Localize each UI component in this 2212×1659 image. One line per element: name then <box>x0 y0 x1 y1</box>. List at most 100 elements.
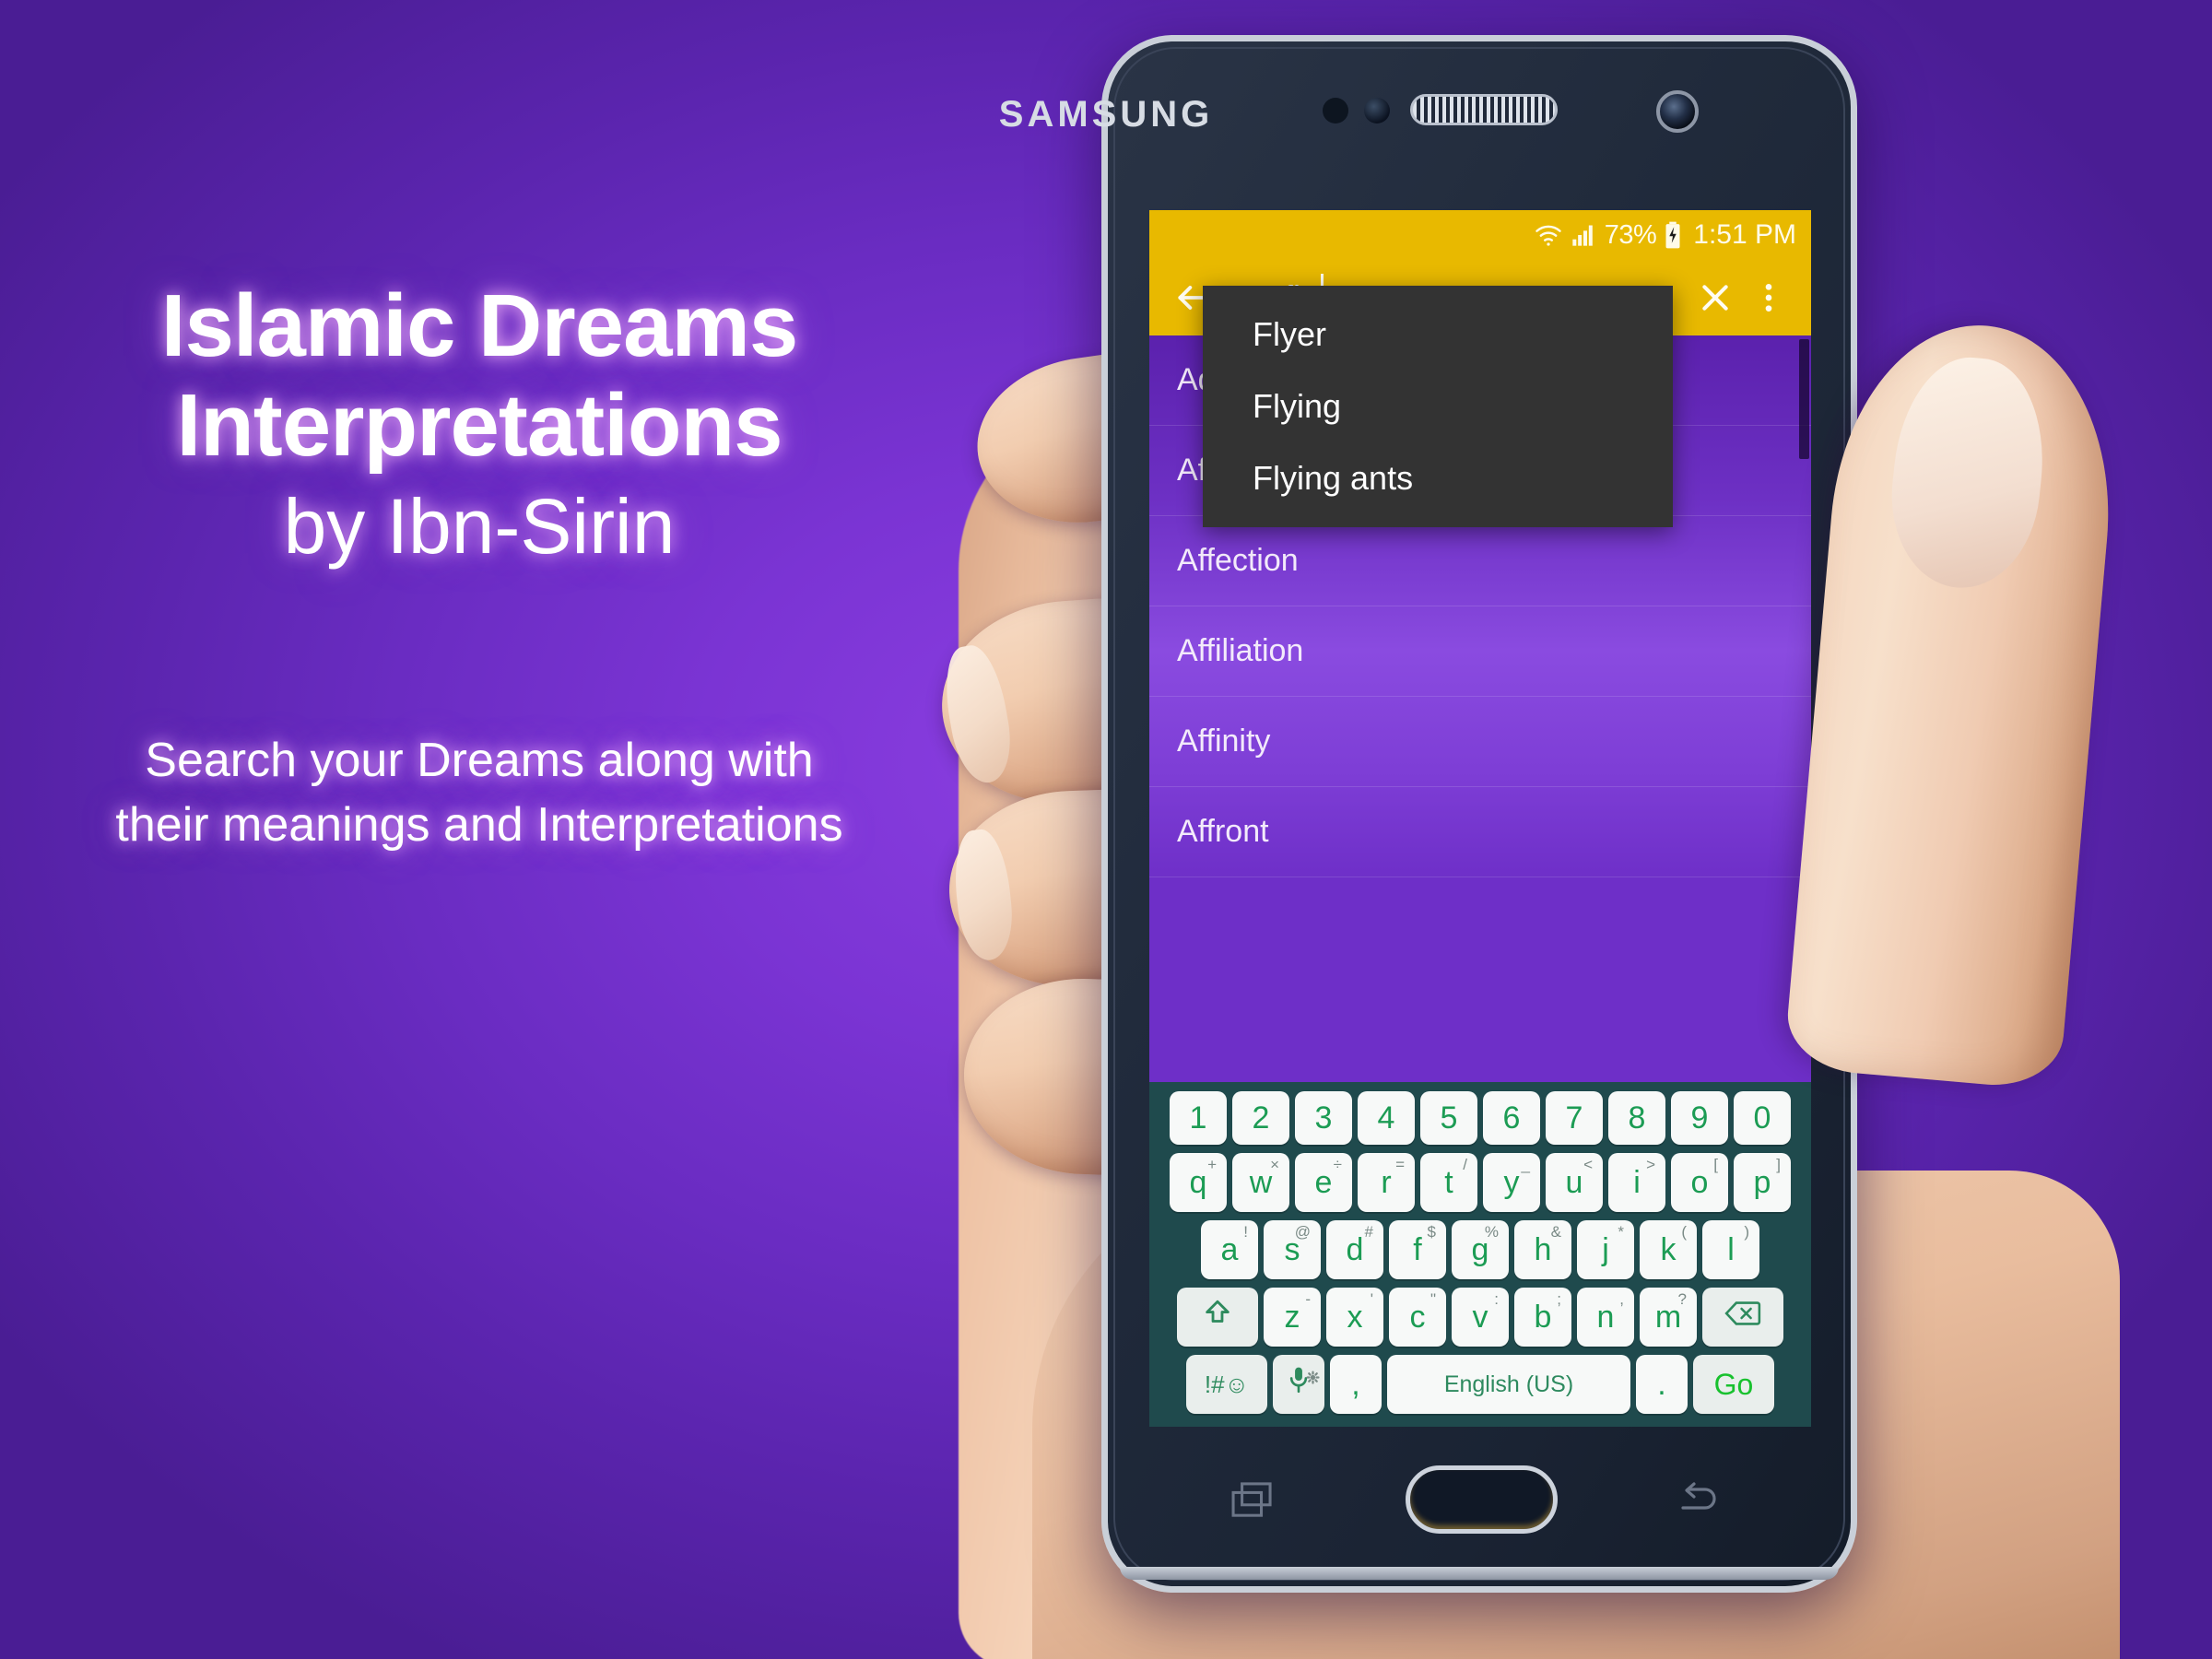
key-5[interactable]: 5 <box>1420 1091 1477 1145</box>
backspace-icon <box>1724 1300 1761 1335</box>
keyboard-row-home: ! a @ s # d $ f % g & h * j (k ) l <box>1153 1220 1807 1279</box>
key-label: 4 <box>1377 1100 1395 1135</box>
page-title: Islamic Dreams Interpretations <box>160 276 798 475</box>
key-7[interactable]: 7 <box>1546 1091 1603 1145</box>
key-l[interactable]: ) l <box>1702 1220 1759 1279</box>
key-6[interactable]: 6 <box>1483 1091 1540 1145</box>
status-bar: 73% 1:51 PM <box>1149 210 1811 260</box>
key-p[interactable]: ] p <box>1734 1153 1791 1212</box>
key-m[interactable]: ? m <box>1640 1288 1697 1347</box>
key-label: 8 <box>1628 1100 1646 1135</box>
key-8[interactable]: 8 <box>1608 1091 1665 1145</box>
key-label: 7 <box>1565 1100 1583 1135</box>
key-1[interactable]: 1 <box>1170 1091 1227 1145</box>
key-k[interactable]: (k <box>1640 1220 1697 1279</box>
key-h[interactable]: & h <box>1514 1220 1571 1279</box>
shift-key[interactable] <box>1177 1288 1258 1347</box>
phone-screen: 73% 1:51 PM fly <box>1149 210 1811 1427</box>
key-sup: ! <box>1243 1223 1248 1241</box>
key-0[interactable]: 0 <box>1734 1091 1791 1145</box>
comma-key[interactable]: , <box>1330 1355 1382 1414</box>
key-sup: ) <box>1744 1223 1749 1241</box>
suggestion-item[interactable]: Flyer <box>1203 299 1673 371</box>
list-item[interactable]: Affront <box>1149 787 1811 877</box>
key-label: q <box>1189 1164 1207 1200</box>
key-label: j <box>1602 1231 1609 1267</box>
key-label: , <box>1351 1366 1360 1402</box>
promo-text-block: Islamic Dreams Interpretations by Ibn-Si… <box>0 276 959 857</box>
key-e[interactable]: ÷ e <box>1295 1153 1352 1212</box>
key-d[interactable]: # d <box>1326 1220 1383 1279</box>
key-label: a <box>1220 1231 1239 1267</box>
close-icon[interactable] <box>1697 279 1734 316</box>
key-9[interactable]: 9 <box>1671 1091 1728 1145</box>
list-item[interactable]: Affiliation <box>1149 606 1811 697</box>
key-z[interactable]: -z <box>1264 1288 1321 1347</box>
key-n[interactable]: ,n <box>1577 1288 1634 1347</box>
clock-label: 1:51 PM <box>1693 219 1796 250</box>
scrollbar-thumb[interactable] <box>1799 339 1809 459</box>
key-sup: % <box>1484 1223 1499 1241</box>
key-s[interactable]: @ s <box>1264 1220 1321 1279</box>
on-screen-keyboard: 1 2 3 4 5 6 7 8 9 0 + q × w ÷ e = r / t _ y < u… <box>1149 1082 1811 1427</box>
shift-arrow-icon <box>1202 1298 1233 1337</box>
backspace-key[interactable] <box>1702 1288 1783 1347</box>
key-x[interactable]: ' x <box>1326 1288 1383 1347</box>
home-button[interactable] <box>1406 1465 1558 1534</box>
promo-subtitle: Search your Dreams along with their mean… <box>115 734 843 853</box>
key-f[interactable]: $ f <box>1389 1220 1446 1279</box>
symbols-key[interactable]: !#☺ <box>1186 1355 1267 1414</box>
keyboard-row-bottom-letters: -z ' x " c :v ; b ,n ? m <box>1153 1288 1807 1347</box>
key-sup: ÷ <box>1333 1156 1342 1173</box>
key-i[interactable]: > i <box>1608 1153 1665 1212</box>
period-key[interactable]: . <box>1636 1355 1688 1414</box>
key-t[interactable]: / t <box>1420 1153 1477 1212</box>
key-sup: ] <box>1776 1156 1781 1173</box>
space-key[interactable]: English (US) <box>1387 1355 1630 1414</box>
key-sup: > <box>1646 1156 1655 1173</box>
device-brand-label: SAMSUNG <box>998 94 1214 135</box>
key-sup: - <box>1305 1290 1311 1308</box>
back-icon[interactable] <box>1677 1482 1722 1519</box>
key-sup: + <box>1207 1156 1217 1173</box>
key-2[interactable]: 2 <box>1232 1091 1289 1145</box>
key-r[interactable]: = r <box>1358 1153 1415 1212</box>
key-label: 3 <box>1314 1100 1333 1135</box>
recent-apps-icon[interactable] <box>1231 1482 1274 1519</box>
key-g[interactable]: % g <box>1452 1220 1509 1279</box>
key-u[interactable]: < u <box>1546 1153 1603 1212</box>
key-y[interactable]: _ y <box>1483 1153 1540 1212</box>
keyboard-row-numbers: 1 2 3 4 5 6 7 8 9 0 <box>1153 1091 1807 1145</box>
key-c[interactable]: " c <box>1389 1288 1446 1347</box>
key-label: 5 <box>1440 1100 1458 1135</box>
key-label: d <box>1346 1231 1364 1267</box>
overflow-menu-icon[interactable] <box>1750 279 1787 316</box>
gear-icon <box>1306 1357 1320 1393</box>
key-o[interactable]: [o <box>1671 1153 1728 1212</box>
key-label: f <box>1413 1231 1422 1267</box>
key-sup: < <box>1583 1156 1593 1173</box>
key-a[interactable]: ! a <box>1201 1220 1258 1279</box>
key-q[interactable]: + q <box>1170 1153 1227 1212</box>
key-sup: = <box>1395 1156 1405 1173</box>
key-3[interactable]: 3 <box>1295 1091 1352 1145</box>
suggestion-item[interactable]: Flying <box>1203 371 1673 442</box>
key-label: !#☺ <box>1204 1370 1250 1398</box>
key-4[interactable]: 4 <box>1358 1091 1415 1145</box>
list-item[interactable]: Affection <box>1149 516 1811 606</box>
list-item[interactable]: Affinity <box>1149 697 1811 787</box>
key-w[interactable]: × w <box>1232 1153 1289 1212</box>
suggestion-item[interactable]: Flying ants <box>1203 442 1673 514</box>
key-sup: # <box>1364 1223 1373 1241</box>
key-b[interactable]: ; b <box>1514 1288 1571 1347</box>
key-sup: & <box>1550 1223 1561 1241</box>
key-v[interactable]: :v <box>1452 1288 1509 1347</box>
key-label: n <box>1596 1299 1615 1335</box>
search-suggestions-dropdown: Flyer Flying Flying ants <box>1203 286 1673 527</box>
key-sup: × <box>1270 1156 1279 1173</box>
key-j[interactable]: * j <box>1577 1220 1634 1279</box>
microphone-key[interactable] <box>1273 1355 1324 1414</box>
key-label: l <box>1727 1231 1735 1267</box>
key-sup: $ <box>1427 1223 1436 1241</box>
go-key[interactable]: Go <box>1693 1355 1774 1414</box>
